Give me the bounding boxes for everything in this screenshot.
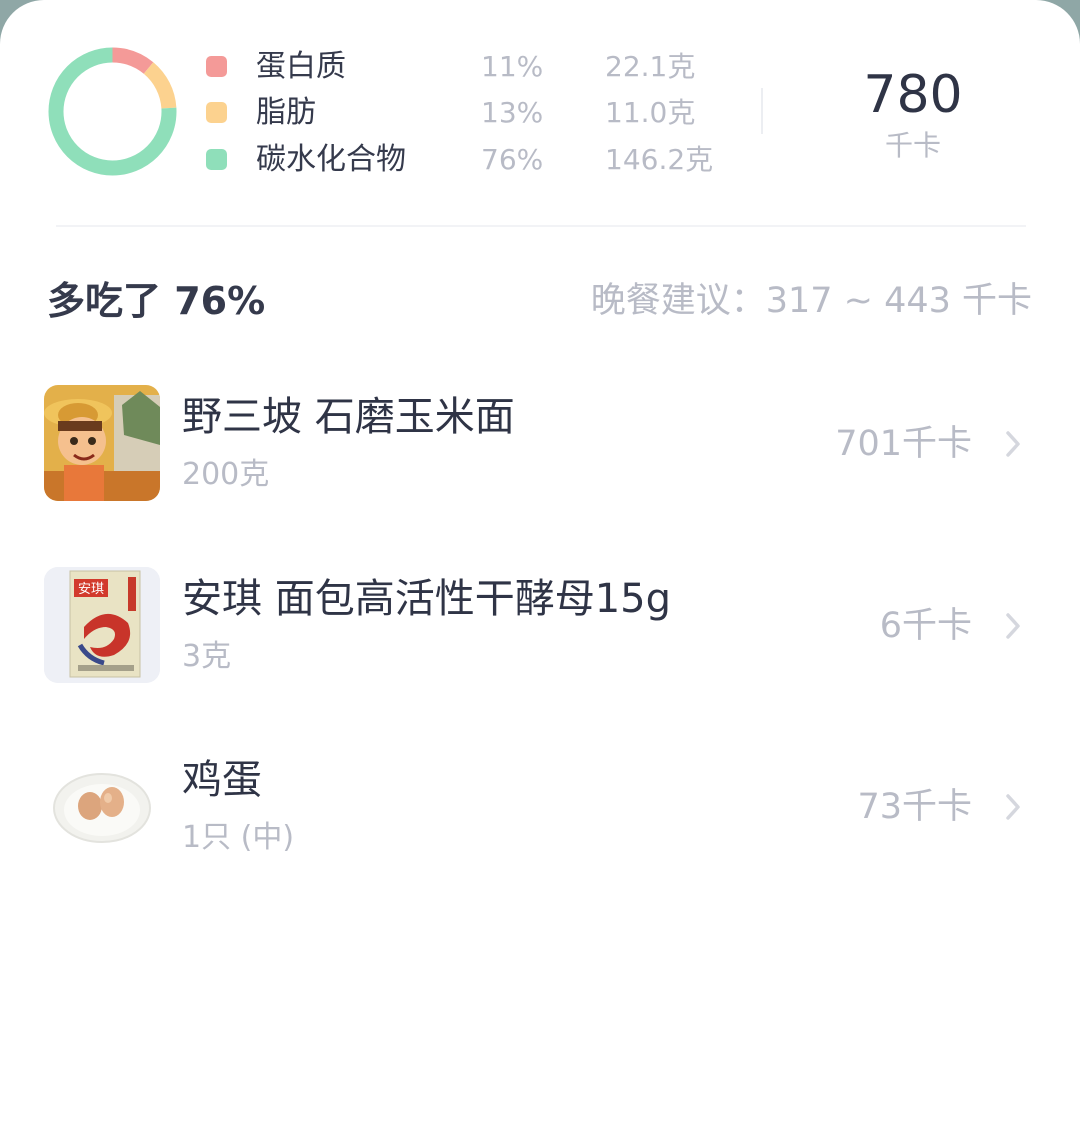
food-amount: 200克 bbox=[182, 457, 270, 492]
food-amount: 1只 (中) bbox=[182, 820, 295, 855]
food-calories: 73千卡 bbox=[857, 787, 972, 827]
chevron-right-icon bbox=[1006, 613, 1020, 639]
total-calories: 780 bbox=[863, 65, 963, 125]
fat-color-dot bbox=[206, 102, 227, 123]
summary-divider bbox=[761, 88, 763, 134]
macro-row-fat: 脂肪 13% 11.0克 bbox=[0, 90, 760, 136]
macro-row-carbs: 碳水化合物 76% 146.2克 bbox=[0, 137, 760, 183]
macro-name: 脂肪 bbox=[256, 95, 316, 130]
macro-grams: 146.2克 bbox=[605, 143, 714, 176]
macro-percent: 76% bbox=[481, 143, 544, 176]
yeast-thumbnail: 安琪 bbox=[44, 567, 160, 683]
total-calories-unit: 千卡 bbox=[884, 129, 941, 162]
macro-percent: 13% bbox=[481, 96, 544, 129]
macro-row-protein: 蛋白质 11% 22.1克 bbox=[0, 44, 760, 90]
dinner-suggestion: 晚餐建议：317 ~ 443 千卡 bbox=[590, 281, 1032, 321]
macro-grams: 11.0克 bbox=[605, 96, 696, 129]
food-amount: 3克 bbox=[182, 639, 232, 674]
egg-thumbnail bbox=[44, 748, 160, 864]
food-name: 鸡蛋 bbox=[182, 757, 262, 803]
carbs-color-dot bbox=[206, 149, 227, 170]
food-item-egg[interactable]: 鸡蛋 1只 (中) 73千卡 bbox=[0, 748, 1080, 908]
section-divider bbox=[56, 225, 1026, 227]
macro-percent: 11% bbox=[481, 50, 544, 83]
food-name: 野三坡 石磨玉米面 bbox=[182, 394, 515, 440]
macro-name: 蛋白质 bbox=[256, 49, 346, 84]
food-item-yeast[interactable]: 安琪 安琪 面包高活性干酵母15g 3克 6千卡 bbox=[0, 567, 1080, 727]
chevron-right-icon bbox=[1006, 794, 1020, 820]
food-name: 安琪 面包高活性干酵母15g bbox=[182, 576, 672, 622]
meal-detail-card: 蛋白质 11% 22.1克 脂肪 13% 11.0克 碳水化合物 76% 146… bbox=[0, 0, 1080, 1130]
food-calories: 701千卡 bbox=[835, 424, 972, 464]
macro-name: 碳水化合物 bbox=[256, 142, 406, 177]
food-item-corn-flour[interactable]: 野三坡 石磨玉米面 200克 701千卡 bbox=[0, 385, 1080, 545]
yeast-brand-label: 安琪 bbox=[78, 582, 104, 597]
food-calories: 6千卡 bbox=[879, 606, 972, 646]
macro-grams: 22.1克 bbox=[605, 50, 696, 83]
protein-color-dot bbox=[206, 56, 227, 77]
corn-flour-thumbnail bbox=[44, 385, 160, 501]
over-intake-label: 多吃了 76% bbox=[47, 279, 266, 323]
chevron-right-icon bbox=[1006, 431, 1020, 457]
